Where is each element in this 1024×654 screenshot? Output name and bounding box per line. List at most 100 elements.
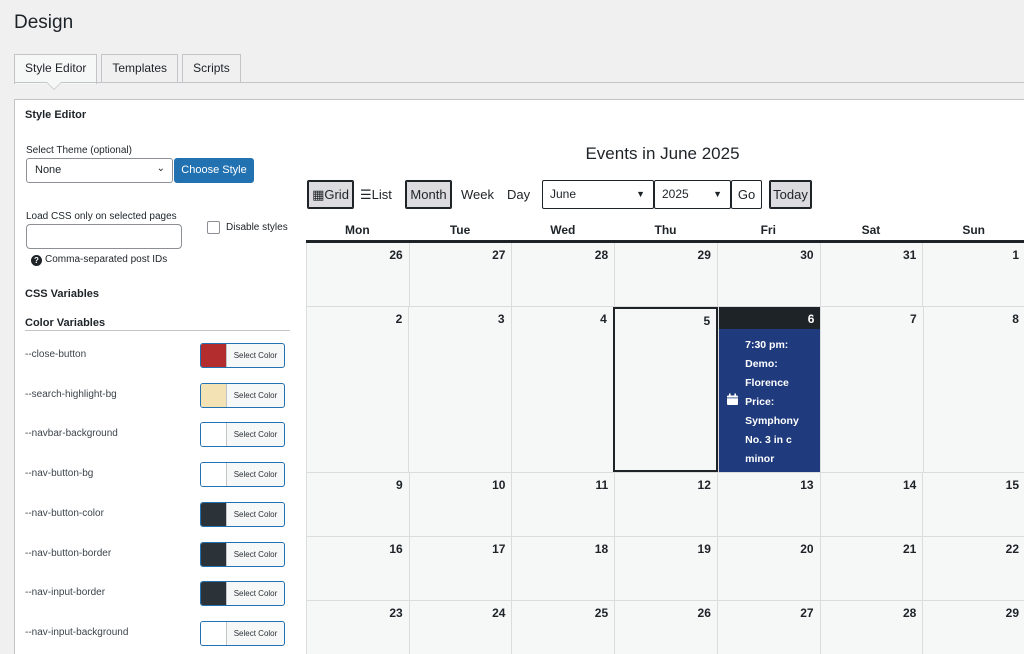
select-color-button[interactable]: Select Color	[200, 462, 285, 488]
calendar-day-cell[interactable]: 13	[716, 473, 820, 536]
calendar-day-cell[interactable]: 10	[408, 473, 512, 536]
grid-view-label: Grid	[324, 187, 349, 202]
calendar-day-cell[interactable]: 8	[922, 307, 1024, 472]
tab-templates[interactable]: Templates	[101, 54, 179, 83]
today-button[interactable]: Today	[769, 180, 812, 209]
color-variable-row: --nav-input-border Select Color	[25, 581, 285, 607]
theme-label: Select Theme (optional)	[26, 145, 132, 156]
month-view-button[interactable]: Month	[405, 180, 452, 209]
calendar-day-cell[interactable]: 7	[820, 307, 922, 472]
color-swatch	[201, 621, 227, 645]
chevron-down-icon: ▼	[636, 189, 645, 199]
theme-select-value: None	[35, 164, 62, 176]
color-swatch	[201, 502, 227, 526]
calendar-day-cell[interactable]: 14	[819, 473, 923, 536]
select-color-label: Select Color	[233, 549, 278, 559]
day-number: 19	[697, 542, 711, 556]
calendar-event-icon	[727, 393, 739, 405]
calendar-day-cell[interactable]: 11	[511, 473, 614, 536]
disable-styles-checkbox[interactable]	[207, 221, 220, 234]
calendar-day-cell[interactable]: 29	[614, 243, 717, 306]
calendar-day-cell[interactable]: 9	[306, 473, 409, 536]
calendar-day-cell[interactable]: 19	[614, 537, 717, 600]
color-variable-name: --nav-input-background	[25, 626, 129, 638]
select-color-button[interactable]: Select Color	[200, 422, 285, 448]
color-variable-row: --nav-input-background Select Color	[25, 620, 285, 646]
calendar-day-cell[interactable]: 27	[408, 243, 512, 306]
calendar-day-cell[interactable]: 20	[716, 537, 820, 600]
day-number: 2	[395, 312, 403, 326]
calendar-day-cell[interactable]: 5	[612, 307, 719, 472]
grid-view-button[interactable]: ▦Grid	[307, 180, 354, 209]
day-number: 31	[902, 248, 917, 262]
color-swatch	[201, 463, 227, 487]
calendar-day-cell[interactable]: 2	[306, 307, 408, 472]
color-swatch	[201, 423, 227, 447]
select-color-button[interactable]: Select Color	[200, 501, 285, 527]
day-view-button[interactable]: Day	[507, 180, 530, 209]
event-text-line: No. 3 in c	[745, 434, 792, 446]
panel-heading: Style Editor	[25, 109, 87, 121]
weekday-label: Mon	[345, 223, 370, 237]
calendar-day-cell[interactable]: 1	[922, 243, 1024, 306]
calendar-day-cell[interactable]: 26	[614, 601, 717, 654]
calendar-day-cell[interactable]: 16	[306, 537, 409, 600]
calendar-day-cell[interactable]: 31	[819, 243, 923, 306]
event-link[interactable]: 7:30 pm: Demo: Florence Price: Symphony No. 3…	[745, 336, 815, 469]
chevron-down-icon: ▼	[713, 189, 722, 199]
select-color-button[interactable]: Select Color	[200, 581, 285, 607]
calendar-day-cell[interactable]: 7:30 pm: Demo: Florence Price: Symphony No. 3…	[718, 307, 821, 472]
go-button[interactable]: Go	[731, 180, 762, 209]
color-variable-row: --nav-button-bg Select Color	[25, 462, 285, 488]
calendar-day-cell[interactable]: 12	[614, 473, 717, 536]
event-text-line: 7:30 pm:	[745, 339, 789, 351]
weekday-label: Wed	[550, 223, 576, 237]
day-number: 17	[492, 542, 506, 556]
calendar-day-cell[interactable]: 3	[408, 307, 510, 472]
color-variable-name: --navbar-background	[25, 428, 118, 440]
calendar-day-cell[interactable]: 23	[306, 601, 409, 654]
tab-style-editor[interactable]: Style Editor	[14, 54, 98, 84]
select-color-button[interactable]: Select Color	[200, 382, 285, 408]
select-color-button[interactable]: Select Color	[200, 541, 285, 567]
color-variable-name: --nav-button-border	[25, 547, 112, 559]
event-text-line: Symphony	[745, 415, 799, 427]
choose-style-button[interactable]: Choose Style	[174, 158, 254, 183]
color-variable-name: --nav-button-color	[25, 507, 104, 519]
post-ids-input[interactable]	[26, 224, 182, 249]
calendar-week-row: 26 27 28 29 30 31 1	[306, 243, 1024, 307]
calendar-day-cell[interactable]: 27	[716, 601, 820, 654]
day-number: 4	[600, 312, 607, 326]
weekday-label: Fri	[760, 223, 776, 237]
select-color-label: Select Color	[233, 430, 278, 440]
theme-select[interactable]: None ⌄	[26, 158, 173, 183]
calendar-day-cell[interactable]: 28	[511, 243, 614, 306]
year-select[interactable]: 2025 ▼	[654, 180, 731, 209]
chevron-down-icon: ⌄	[156, 163, 165, 174]
day-number: 22	[1005, 542, 1020, 556]
calendar-week-row: 23 24 25 26 27 28 29	[306, 601, 1024, 654]
calendar-day-cell[interactable]: 4	[510, 307, 613, 472]
calendar-day-cell[interactable]: 26	[306, 243, 409, 306]
select-color-button[interactable]: Select Color	[200, 620, 285, 646]
list-view-button[interactable]: ☰List	[360, 180, 392, 209]
event-text-line: Price:	[745, 396, 775, 408]
calendar-day-cell[interactable]: 25	[511, 601, 614, 654]
color-variable-row: --close-button Select Color	[25, 343, 285, 368]
month-select[interactable]: June ▼	[542, 180, 654, 209]
day-number: 16	[389, 542, 403, 556]
calendar-day-cell[interactable]: 22	[922, 537, 1024, 600]
week-view-button[interactable]: Week	[461, 180, 494, 209]
day-number: 15	[1005, 478, 1020, 492]
calendar-day-cell[interactable]: 30	[716, 243, 820, 306]
calendar-day-cell[interactable]: 15	[922, 473, 1024, 536]
select-color-button[interactable]: Select Color	[200, 343, 285, 368]
calendar-day-cell[interactable]: 24	[408, 601, 512, 654]
calendar-day-cell[interactable]: 18	[511, 537, 614, 600]
calendar-day-cell[interactable]: 28	[819, 601, 923, 654]
calendar-day-cell[interactable]: 17	[408, 537, 512, 600]
tab-scripts[interactable]: Scripts	[182, 54, 241, 83]
calendar-day-cell[interactable]: 29	[922, 601, 1024, 654]
calendar-weeks: 26 27 28 29 30 31 1 2 3 4 5 7:30 pm: Demo: Florence Pr…	[306, 243, 1024, 654]
calendar-day-cell[interactable]: 21	[819, 537, 923, 600]
